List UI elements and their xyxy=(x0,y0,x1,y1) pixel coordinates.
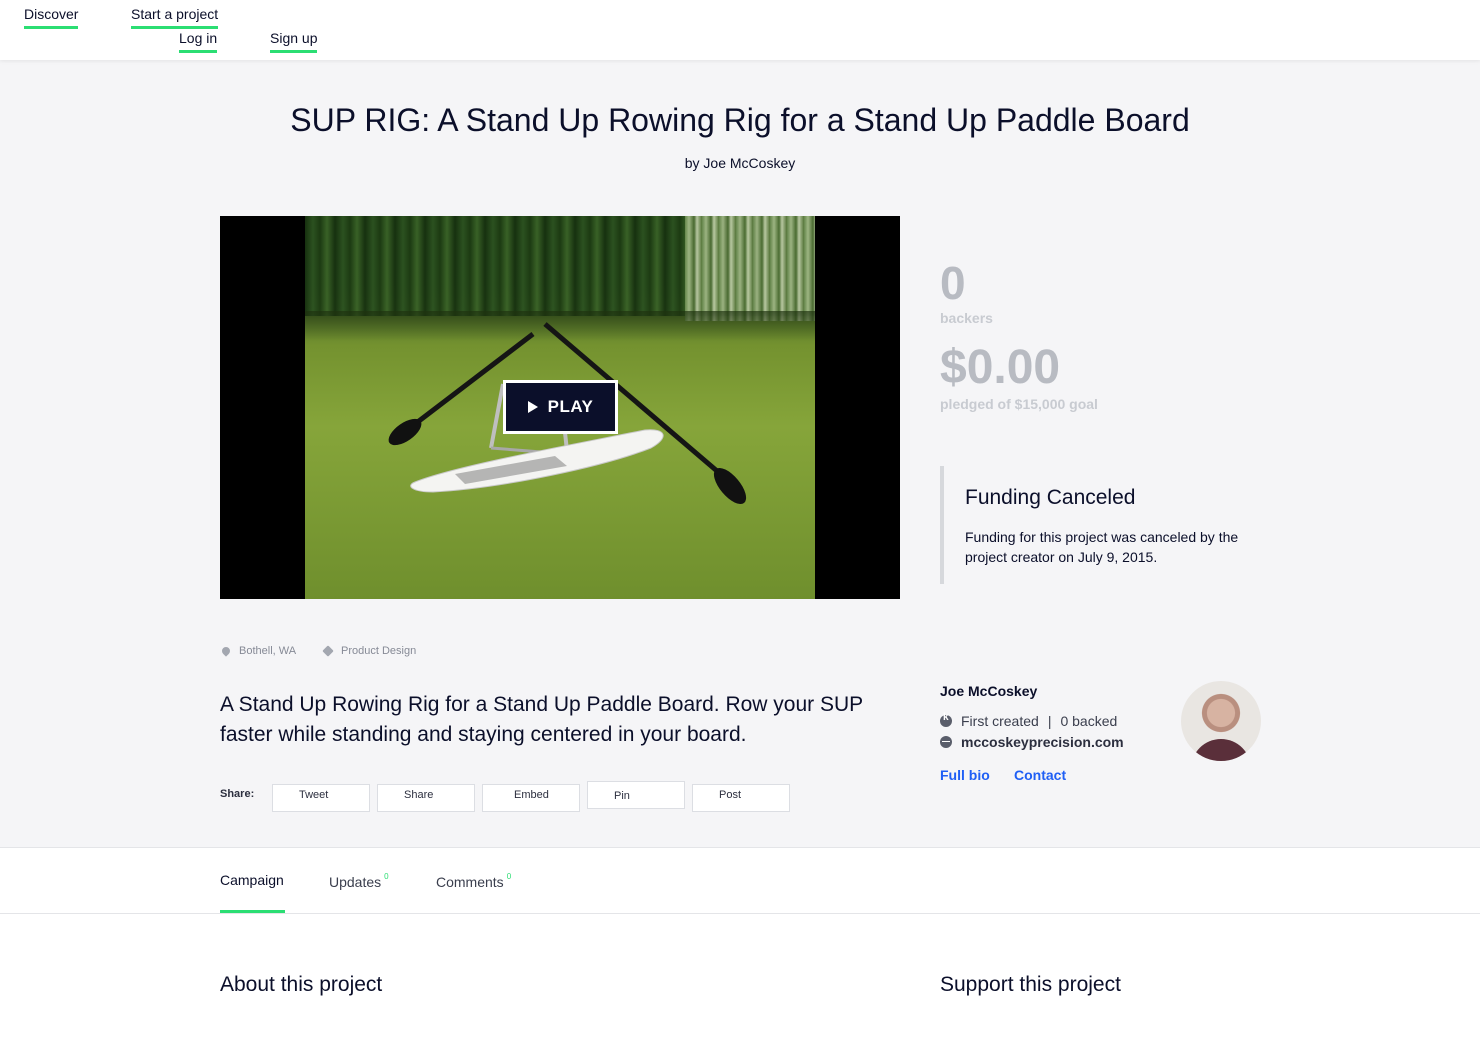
project-video[interactable]: PLAY xyxy=(220,216,900,599)
project-category[interactable]: Product Design xyxy=(322,645,417,657)
share-label: Share: xyxy=(220,788,255,800)
funding-status-box: Funding Canceled Funding for this projec… xyxy=(940,466,1260,584)
project-tabs: Campaign Updates 0 Comments 0 xyxy=(0,847,1480,914)
nav-discover-link[interactable]: Discover xyxy=(24,5,79,29)
nav-signup-link[interactable]: Sign up xyxy=(270,29,318,53)
share-embed-button[interactable]: Embed xyxy=(482,784,580,812)
project-location[interactable]: Bothell, WA xyxy=(220,645,297,657)
contact-link[interactable]: Contact xyxy=(1014,767,1066,783)
active-tab-indicator xyxy=(220,910,285,913)
tab-updates[interactable]: Updates 0 xyxy=(329,872,389,890)
kickstarter-icon xyxy=(940,712,952,727)
pledged-amount: $0.00 xyxy=(940,341,1061,394)
share-facebook-button[interactable]: Share xyxy=(377,784,475,812)
tag-icon xyxy=(322,645,334,657)
funding-status-title: Funding Canceled xyxy=(965,486,1136,509)
location-pin-icon xyxy=(220,645,232,657)
tab-comments-label: Comments xyxy=(436,874,504,890)
website-link[interactable]: mccoskeyprecision.com xyxy=(961,734,1124,750)
support-heading: Support this project xyxy=(940,973,1121,996)
backed-count: 0 backed xyxy=(1060,713,1118,729)
full-bio-link[interactable]: Full bio xyxy=(940,767,990,783)
share-pin-button[interactable]: Pin xyxy=(587,781,685,809)
share-post-button[interactable]: Post xyxy=(692,784,790,812)
creator-avatar[interactable] xyxy=(1181,681,1261,761)
separator: | xyxy=(1047,713,1052,729)
first-created-label: First created xyxy=(961,713,1039,729)
pledged-label: pledged of $15,000 goal xyxy=(940,396,1098,412)
nav-login-link[interactable]: Log in xyxy=(179,29,218,53)
share-tweet-button[interactable]: Tweet xyxy=(272,784,370,812)
funding-status-text: Funding for this project was canceled by… xyxy=(965,529,1239,565)
about-heading: About this project xyxy=(220,973,383,996)
nav-start-project-link[interactable]: Start a project xyxy=(131,5,219,29)
creator-name[interactable]: Joe McCoskey xyxy=(940,683,1037,699)
backers-count: 0 xyxy=(940,257,966,309)
top-navigation: Discover Start a project Log in Sign up xyxy=(0,0,1480,60)
tab-updates-count: 0 xyxy=(384,872,389,881)
creator-website[interactable]: mccoskeyprecision.com xyxy=(940,734,1124,750)
tab-updates-label: Updates xyxy=(329,874,382,890)
project-title: SUP RIG: A Stand Up Rowing Rig for a Sta… xyxy=(290,102,1190,138)
backers-label: backers xyxy=(940,310,993,326)
tab-campaign[interactable]: Campaign xyxy=(220,872,284,888)
category-label: Product Design xyxy=(341,645,417,657)
play-icon xyxy=(527,401,538,413)
project-byline[interactable]: by Joe McCoskey xyxy=(0,155,1480,171)
tab-comments-count: 0 xyxy=(506,872,512,881)
globe-icon xyxy=(940,736,952,748)
location-label: Bothell, WA xyxy=(239,645,297,657)
play-button[interactable]: PLAY xyxy=(503,380,618,434)
creator-history: First created | 0 backed xyxy=(940,712,1118,729)
tab-campaign-label: Campaign xyxy=(220,872,284,888)
play-label: PLAY xyxy=(547,397,594,416)
tab-comments[interactable]: Comments 0 xyxy=(436,872,511,890)
project-blurb: A Stand Up Rowing Rig for a Stand Up Pad… xyxy=(220,693,863,746)
